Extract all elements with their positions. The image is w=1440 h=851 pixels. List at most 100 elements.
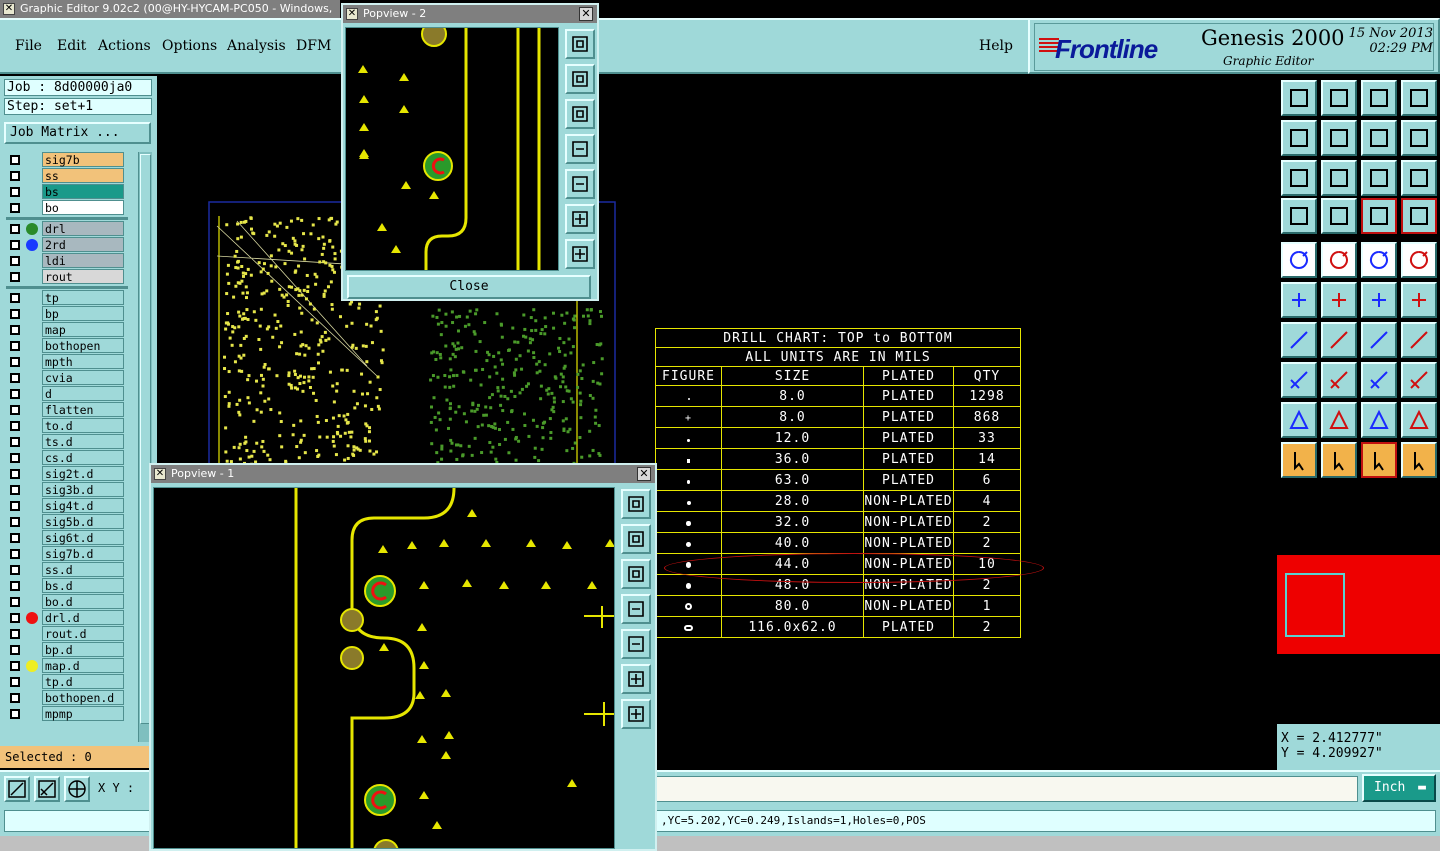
layer-row[interactable]: sig5b.d	[4, 514, 136, 530]
layer-name[interactable]: map	[42, 322, 124, 337]
layer-row[interactable]: bothopen.d	[4, 690, 136, 706]
popview-2-pan-right-button[interactable]	[565, 169, 595, 199]
tool-button-link[interactable]	[1281, 198, 1317, 234]
layer-row[interactable]: 2rd	[4, 237, 136, 253]
layer-checkbox[interactable]	[10, 389, 20, 399]
popview-2-center-button[interactable]	[565, 239, 595, 269]
layer-row[interactable]: drl	[4, 221, 136, 237]
layer-name[interactable]: flatten	[42, 402, 124, 417]
tool-button-fit-all[interactable]	[1281, 160, 1317, 196]
layer-name[interactable]: sig4t.d	[42, 498, 124, 513]
tool-button-break[interactable]	[1321, 362, 1357, 398]
tool-button-dimension[interactable]	[1361, 362, 1397, 398]
layer-row[interactable]: sig7b	[4, 152, 136, 168]
layer-checkbox[interactable]	[10, 709, 20, 719]
layer-checkbox[interactable]	[10, 357, 20, 367]
tool-button-home-view[interactable]	[1281, 80, 1317, 116]
layer-checkbox[interactable]	[10, 693, 20, 703]
layer-checkbox[interactable]	[10, 405, 20, 415]
layer-name[interactable]: rout.d	[42, 626, 124, 641]
layer-checkbox[interactable]	[10, 256, 20, 266]
tool-button-select-arrow[interactable]	[1281, 442, 1317, 478]
popview-1-pan-left-button[interactable]	[621, 594, 651, 624]
overview-window[interactable]	[1277, 555, 1440, 654]
layer-checkbox[interactable]	[10, 485, 20, 495]
tool-button-measure-point[interactable]	[1401, 282, 1437, 318]
popview-1-zoom-in-button[interactable]	[621, 524, 651, 554]
layer-checkbox[interactable]	[10, 421, 20, 431]
tool-button-connect[interactable]	[1401, 362, 1437, 398]
layer-row[interactable]: sig3b.d	[4, 482, 136, 498]
tool-button-redraw[interactable]	[1361, 120, 1397, 156]
layer-row[interactable]: flatten	[4, 402, 136, 418]
grid-button[interactable]	[64, 776, 90, 802]
tool-button-cross-select[interactable]	[1321, 282, 1357, 318]
layer-name[interactable]: cs.d	[42, 450, 124, 465]
layer-checkbox[interactable]	[10, 309, 20, 319]
layer-name[interactable]: mpth	[42, 354, 124, 369]
layer-name[interactable]: mpmp	[42, 706, 124, 721]
layer-checkbox[interactable]	[10, 171, 20, 181]
layer-name[interactable]: sig5b.d	[42, 514, 124, 529]
popview-1-zoom-out-button[interactable]	[621, 559, 651, 589]
layer-row[interactable]: drl.d	[4, 610, 136, 626]
layer-row[interactable]: bs.d	[4, 578, 136, 594]
overview-selection[interactable]	[1285, 573, 1345, 637]
menu-help[interactable]: Help	[979, 38, 1013, 54]
layer-name[interactable]: bp	[42, 306, 124, 321]
popview-1-pan-right-button[interactable]	[621, 629, 651, 659]
layer-row[interactable]: bp	[4, 306, 136, 322]
popview-1-fit-button[interactable]	[621, 664, 651, 694]
popview-2-zoom-out-button[interactable]	[565, 99, 595, 129]
tool-button-area-extend[interactable]	[1401, 402, 1437, 438]
popview-2-close-icon[interactable]: ✕	[579, 7, 593, 21]
popview-2-canvas[interactable]	[345, 27, 559, 271]
layer-row[interactable]: bo	[4, 200, 136, 216]
layer-checkbox[interactable]	[10, 517, 20, 527]
tool-button-house[interactable]	[1361, 80, 1397, 116]
layer-name[interactable]: bo.d	[42, 594, 124, 609]
tool-button-scale-1-2[interactable]	[1361, 160, 1397, 196]
tool-button-mirror[interactable]	[1401, 322, 1437, 358]
tool-button-snap[interactable]	[1401, 120, 1437, 156]
layer-name[interactable]: sig3b.d	[42, 482, 124, 497]
menu-file[interactable]: File	[15, 38, 42, 54]
layer-name[interactable]: drl.d	[42, 610, 124, 625]
layer-checkbox[interactable]	[10, 581, 20, 591]
layer-checkbox[interactable]	[10, 187, 20, 197]
layer-checkbox[interactable]	[10, 597, 20, 607]
tool-button-select-single[interactable]	[1361, 442, 1397, 478]
layer-row[interactable]: bothopen	[4, 338, 136, 354]
layer-name[interactable]: d	[42, 386, 124, 401]
popview-1-canvas[interactable]	[153, 487, 615, 849]
tool-button-draw-line[interactable]	[1321, 322, 1357, 358]
tool-button-zoom-out[interactable]	[1321, 80, 1357, 116]
tool-button-add-pad[interactable]	[1281, 242, 1317, 278]
layer-name[interactable]: bo	[42, 200, 124, 215]
layer-checkbox[interactable]	[10, 341, 20, 351]
layer-checkbox[interactable]	[10, 613, 20, 623]
layer-checkbox[interactable]	[10, 272, 20, 282]
layer-row[interactable]: map	[4, 322, 136, 338]
popview-1-center-button[interactable]	[621, 699, 651, 729]
layer-row[interactable]: mpmp	[4, 706, 136, 722]
popview-2-zoom-window-button[interactable]	[565, 29, 595, 59]
popview-2-fit-button[interactable]	[565, 204, 595, 234]
tool-button-snap-pad[interactable]	[1281, 362, 1317, 398]
tool-button-zoom-center[interactable]	[1321, 160, 1357, 196]
tool-button-measure-line[interactable]	[1361, 282, 1397, 318]
layer-row[interactable]: ss	[4, 168, 136, 184]
layer-row[interactable]: rout.d	[4, 626, 136, 642]
menu-analysis[interactable]: Analysis	[227, 38, 286, 54]
layer-checkbox[interactable]	[10, 501, 20, 511]
popview-2-pan-left-button[interactable]	[565, 134, 595, 164]
layer-row[interactable]: ts.d	[4, 434, 136, 450]
layer-row[interactable]: ss.d	[4, 562, 136, 578]
menu-edit[interactable]: Edit	[57, 38, 86, 54]
layer-row[interactable]: cs.d	[4, 450, 136, 466]
layer-checkbox[interactable]	[10, 293, 20, 303]
units-select[interactable]: Inch ▬	[1362, 774, 1436, 802]
layer-row[interactable]: map.d	[4, 658, 136, 674]
layer-checkbox[interactable]	[10, 155, 20, 165]
tool-button-pan[interactable]	[1401, 80, 1437, 116]
